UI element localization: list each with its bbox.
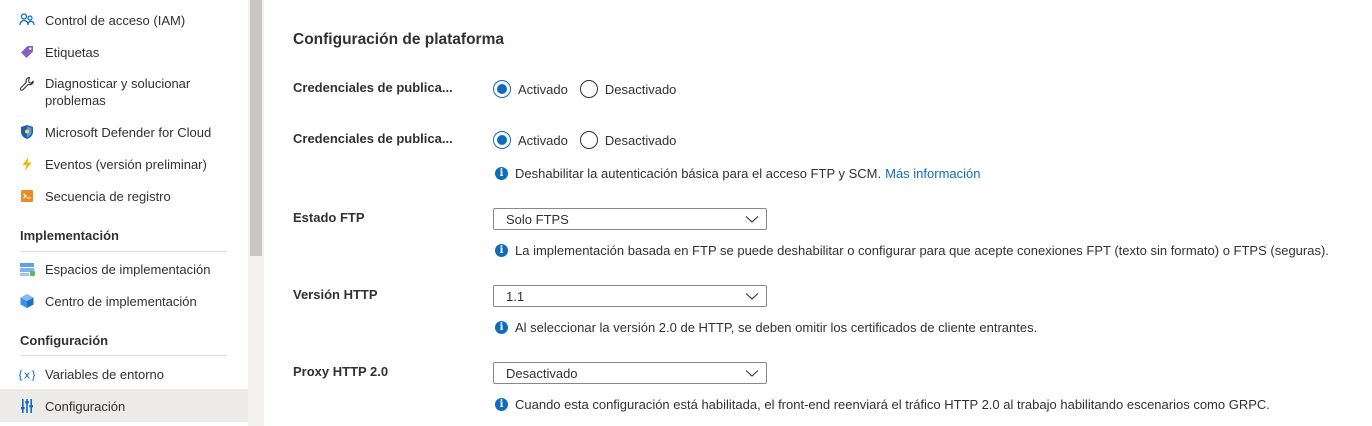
sidebar-item-label: Microsoft Defender for Cloud [45,125,212,140]
sliders-icon [19,398,35,414]
sidebar-item-label: Espacios de implementación [45,262,211,277]
resource-menu: Control de acceso (IAM) Etiquetas Diagno… [0,0,248,426]
info-text: Al seleccionar la versión 2.0 de HTTP, s… [515,320,1038,335]
radio-label: Activado [518,81,568,97]
dropdown-value: Desactivado [506,365,578,381]
page-title: Configuración de plataforma [293,31,504,48]
radio-label: Desactivado [604,132,677,148]
info-text: La implementación basada en FTP se puede… [515,243,1329,258]
sidebar-item-label: Configuración [45,399,126,414]
sidebar-item-environment-variables[interactable]: {x} Variables de entorno [0,366,248,383]
basic-auth-info: i Deshabilitar la autenticación básica p… [495,166,980,181]
sidebar-item-deployment-slots[interactable]: Espacios de implementación [0,261,248,278]
info-text: Deshabilitar la autenticación básica par… [515,166,882,181]
dropdown-value: Solo FTPS [506,211,569,227]
log-stream-icon [19,188,35,204]
sidebar-item-defender[interactable]: Microsoft Defender for Cloud [0,124,248,141]
wrench-icon [19,76,35,92]
variable-icon: {x} [19,366,35,382]
info-text: Cuando esta configuración está habilitad… [515,397,1270,412]
http-version-dropdown[interactable]: 1.1 [493,285,767,307]
radio-circle [493,131,511,149]
section-divider [20,355,227,356]
sidebar-item-label: Centro de implementación [45,294,197,309]
sidebar-item-tags[interactable]: Etiquetas [0,44,248,61]
chevron-down-icon [745,216,759,223]
basic-auth-ftp-on-radio[interactable]: Activado [493,131,568,149]
section-header-implementacion: Implementación [20,228,119,243]
sidebar-item-label: Secuencia de registro [45,189,171,204]
sidebar-item-deployment-center[interactable]: Centro de implementación [0,293,248,310]
shield-icon [19,124,35,140]
tag-icon [19,44,35,60]
sidebar-item-configuration[interactable]: Configuración [0,389,248,422]
info-icon: i [495,167,508,180]
platform-settings-panel: Configuración de plataforma Credenciales… [264,0,1372,426]
deployment-slots-icon [19,261,35,277]
cube-icon [19,293,35,309]
lightning-icon [19,156,35,172]
ftp-state-label: Estado FTP [293,210,365,225]
chevron-down-icon [745,293,759,300]
radio-dot [497,135,507,145]
people-access-icon [19,12,35,28]
basic-auth-ftp-off-radio[interactable]: Desactivado [579,131,677,149]
basic-auth-scm-radio-group: Activado Desactivado [493,80,688,98]
sidebar-item-label: Eventos (versión preliminar) [45,157,207,172]
dropdown-value: 1.1 [506,288,525,304]
sidebar-item-label: Variables de entorno [45,367,165,382]
sidebar-item-label: Control de acceso (IAM) [45,13,186,28]
radio-circle [493,80,511,98]
svg-text:{x}: {x} [19,369,35,382]
ftp-state-dropdown[interactable]: Solo FTPS [493,208,767,230]
basic-auth-scm-on-radio[interactable]: Activado [493,80,568,98]
sidebar-item-label: Etiquetas [45,45,100,60]
info-icon: i [495,398,508,411]
sidebar-item-log-stream[interactable]: Secuencia de registro [0,188,248,205]
radio-label: Activado [518,132,568,148]
http20-proxy-label: Proxy HTTP 2.0 [293,364,389,379]
radio-circle [579,131,598,149]
sidebar-item-events[interactable]: Eventos (versión preliminar) [0,156,248,173]
http20-proxy-dropdown[interactable]: Desactivado [493,362,767,384]
basic-auth-scm-label: Credenciales de publica... [293,80,453,95]
basic-auth-ftp-label: Credenciales de publica... [293,131,453,146]
sidebar-scrollbar-thumb[interactable] [250,0,262,256]
info-icon: i [495,244,508,257]
sidebar-item-label: Diagnosticar y solucionar problemas [45,76,191,108]
section-header-configuracion: Configuración [20,333,109,348]
radio-dot [497,84,507,94]
info-icon: i [495,321,508,334]
sidebar-item-diagnose[interactable]: Diagnosticar y solucionar problemas [0,75,248,109]
http-version-label: Versión HTTP [293,287,378,302]
sidebar-item-iam[interactable]: Control de acceso (IAM) [0,12,248,29]
section-divider [20,251,227,252]
basic-auth-scm-off-radio[interactable]: Desactivado [579,80,677,98]
http-version-info: i Al seleccionar la versión 2.0 de HTTP,… [495,320,1037,335]
radio-circle [579,80,598,98]
chevron-down-icon [745,370,759,377]
http20-proxy-info: i Cuando esta configuración está habilit… [495,397,1270,412]
radio-label: Desactivado [604,81,677,97]
ftp-state-info: i La implementación basada en FTP se pue… [495,243,1329,258]
basic-auth-ftp-radio-group: Activado Desactivado [493,131,688,149]
more-info-link[interactable]: Más información [885,166,980,181]
